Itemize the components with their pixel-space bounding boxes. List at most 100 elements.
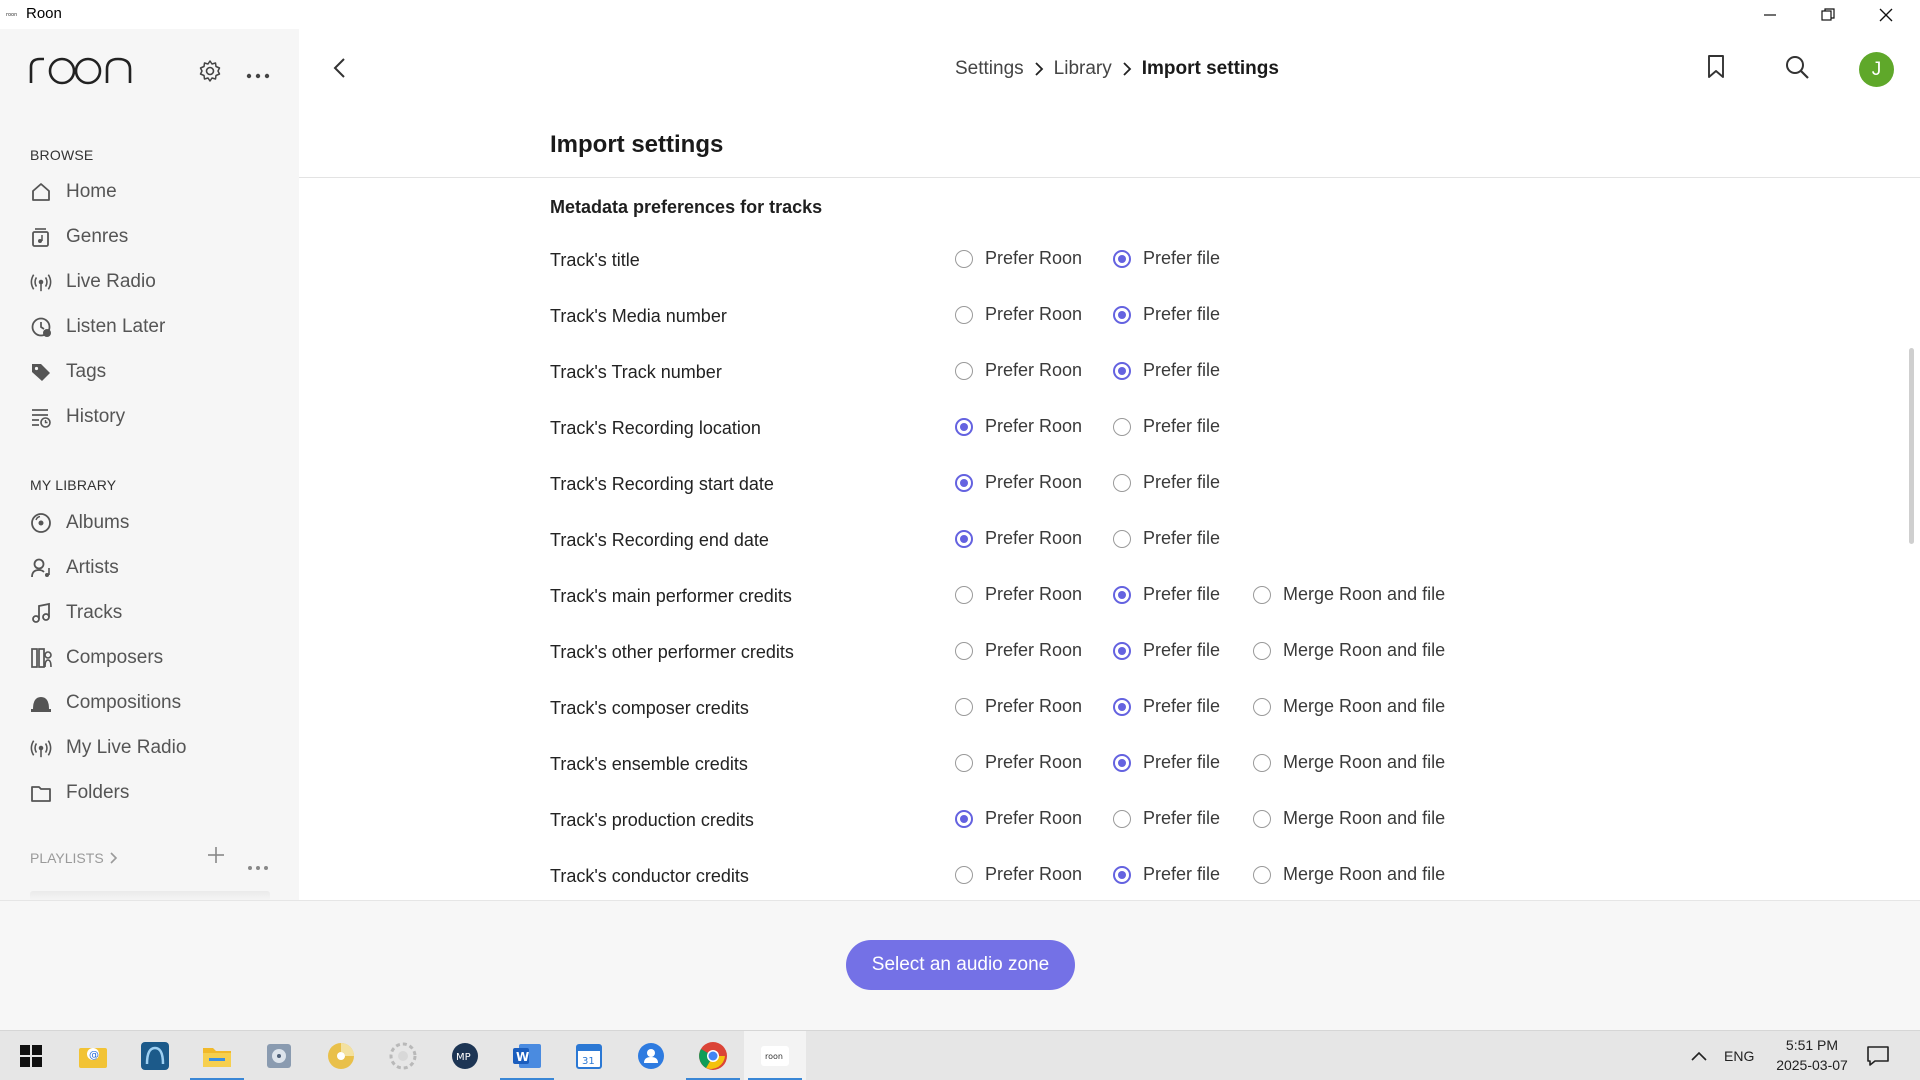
minimize-button[interactable] (1741, 0, 1799, 29)
radio-option-prefer-roon[interactable]: Prefer Roon (955, 472, 1082, 493)
sidebar-item-composers[interactable]: Composers (30, 641, 280, 675)
radio-option-prefer-file[interactable]: Prefer file (1113, 248, 1220, 269)
taskbar-mail-app[interactable]: @ (62, 1031, 124, 1080)
radio-option-merge-roon-and-file[interactable]: Merge Roon and file (1253, 640, 1445, 661)
notifications-button[interactable] (1866, 1031, 1890, 1080)
radio-unchecked-icon[interactable] (955, 305, 973, 324)
settings-button[interactable] (198, 59, 222, 88)
radio-option-prefer-roon[interactable]: Prefer Roon (955, 416, 1082, 437)
sidebar-item-my-live-radio[interactable]: My Live Radio (30, 731, 280, 765)
radio-option-merge-roon-and-file[interactable]: Merge Roon and file (1253, 864, 1445, 885)
breadcrumb-settings[interactable]: Settings (955, 58, 1024, 80)
radio-checked-icon[interactable] (1113, 641, 1131, 660)
taskbar-chrome[interactable] (682, 1031, 744, 1080)
radio-checked-icon[interactable] (1113, 361, 1131, 380)
radio-option-prefer-roon[interactable]: Prefer Roon (955, 752, 1082, 773)
sidebar-item-tags[interactable]: Tags (30, 355, 280, 389)
radio-option-prefer-file[interactable]: Prefer file (1113, 472, 1220, 493)
show-hidden-icons-button[interactable] (1690, 1031, 1708, 1080)
taskbar-file-explorer[interactable] (186, 1031, 248, 1080)
radio-checked-icon[interactable] (955, 529, 973, 548)
radio-option-prefer-roon[interactable]: Prefer Roon (955, 360, 1082, 381)
roon-logo[interactable] (28, 51, 134, 85)
close-button[interactable] (1857, 0, 1915, 29)
taskbar-media-player[interactable]: MP (434, 1031, 496, 1080)
radio-option-prefer-roon[interactable]: Prefer Roon (955, 528, 1082, 549)
radio-option-prefer-file[interactable]: Prefer file (1113, 416, 1220, 437)
taskbar-word[interactable]: W (496, 1031, 558, 1080)
taskbar-contacts[interactable] (620, 1031, 682, 1080)
sidebar-item-genres[interactable]: Genres (30, 220, 280, 254)
radio-unchecked-icon[interactable] (955, 585, 973, 604)
radio-unchecked-icon[interactable] (955, 249, 973, 268)
radio-checked-icon[interactable] (955, 473, 973, 492)
taskbar-audio-app[interactable] (124, 1031, 186, 1080)
breadcrumb-library[interactable]: Library (1054, 58, 1112, 80)
radio-option-prefer-file[interactable]: Prefer file (1113, 864, 1220, 885)
bookmark-button[interactable] (1706, 54, 1726, 85)
radio-option-prefer-roon[interactable]: Prefer Roon (955, 864, 1082, 885)
radio-option-prefer-roon[interactable]: Prefer Roon (955, 808, 1082, 829)
radio-unchecked-icon[interactable] (1253, 753, 1271, 772)
radio-option-prefer-file[interactable]: Prefer file (1113, 528, 1220, 549)
scrollbar-thumb[interactable] (1909, 348, 1914, 544)
radio-unchecked-icon[interactable] (1113, 417, 1131, 436)
radio-checked-icon[interactable] (1113, 865, 1131, 884)
radio-option-prefer-file[interactable]: Prefer file (1113, 808, 1220, 829)
radio-unchecked-icon[interactable] (1113, 529, 1131, 548)
back-button[interactable] (330, 56, 350, 85)
sidebar-item-history[interactable]: History (30, 400, 280, 434)
select-audio-zone-button[interactable]: Select an audio zone (846, 940, 1075, 990)
sidebar-item-folders[interactable]: Folders (30, 776, 280, 810)
radio-unchecked-icon[interactable] (1253, 809, 1271, 828)
more-options-button[interactable] (246, 67, 270, 85)
playlists-section-link[interactable]: PLAYLISTS (30, 850, 120, 866)
radio-checked-icon[interactable] (1113, 697, 1131, 716)
radio-unchecked-icon[interactable] (1253, 865, 1271, 884)
radio-unchecked-icon[interactable] (955, 753, 973, 772)
radio-option-prefer-roon[interactable]: Prefer Roon (955, 304, 1082, 325)
radio-unchecked-icon[interactable] (955, 641, 973, 660)
taskbar-music-app[interactable] (248, 1031, 310, 1080)
sidebar-item-artists[interactable]: Artists (30, 551, 280, 585)
add-playlist-button[interactable] (207, 846, 225, 869)
taskbar-roon[interactable]: roon (744, 1031, 806, 1080)
sidebar-item-home[interactable]: Home (30, 175, 280, 209)
radio-checked-icon[interactable] (1113, 305, 1131, 324)
sidebar-item-compositions[interactable]: Compositions (30, 686, 280, 720)
sidebar-item-listen-later[interactable]: Listen Later (30, 310, 280, 344)
sidebar-item-tracks[interactable]: Tracks (30, 596, 280, 630)
radio-checked-icon[interactable] (1113, 753, 1131, 772)
radio-checked-icon[interactable] (1113, 585, 1131, 604)
taskbar-clock[interactable]: 5:51 PM 2025-03-07 (1768, 1035, 1856, 1075)
radio-option-merge-roon-and-file[interactable]: Merge Roon and file (1253, 808, 1445, 829)
radio-option-prefer-file[interactable]: Prefer file (1113, 304, 1220, 325)
taskbar-disc-app[interactable] (310, 1031, 372, 1080)
radio-checked-icon[interactable] (1113, 249, 1131, 268)
radio-option-merge-roon-and-file[interactable]: Merge Roon and file (1253, 752, 1445, 773)
radio-option-prefer-roon[interactable]: Prefer Roon (955, 584, 1082, 605)
radio-option-prefer-roon[interactable]: Prefer Roon (955, 696, 1082, 717)
radio-option-merge-roon-and-file[interactable]: Merge Roon and file (1253, 696, 1445, 717)
radio-unchecked-icon[interactable] (1113, 473, 1131, 492)
radio-option-prefer-file[interactable]: Prefer file (1113, 584, 1220, 605)
radio-option-prefer-file[interactable]: Prefer file (1113, 640, 1220, 661)
radio-checked-icon[interactable] (955, 417, 973, 436)
restore-button[interactable] (1799, 0, 1857, 29)
radio-option-prefer-file[interactable]: Prefer file (1113, 696, 1220, 717)
avatar[interactable]: J (1859, 52, 1894, 87)
language-indicator[interactable]: ENG (1724, 1031, 1754, 1080)
radio-unchecked-icon[interactable] (955, 865, 973, 884)
radio-unchecked-icon[interactable] (1253, 585, 1271, 604)
radio-unchecked-icon[interactable] (955, 361, 973, 380)
radio-checked-icon[interactable] (955, 809, 973, 828)
taskbar-settings-wheel-app[interactable] (372, 1031, 434, 1080)
search-button[interactable] (1784, 54, 1810, 85)
playlist-more-button[interactable] (247, 858, 269, 876)
taskbar-calendar[interactable]: 31 (558, 1031, 620, 1080)
radio-option-prefer-roon[interactable]: Prefer Roon (955, 248, 1082, 269)
radio-option-merge-roon-and-file[interactable]: Merge Roon and file (1253, 584, 1445, 605)
radio-option-prefer-roon[interactable]: Prefer Roon (955, 640, 1082, 661)
radio-unchecked-icon[interactable] (1253, 697, 1271, 716)
sidebar-item-albums[interactable]: Albums (30, 506, 280, 540)
